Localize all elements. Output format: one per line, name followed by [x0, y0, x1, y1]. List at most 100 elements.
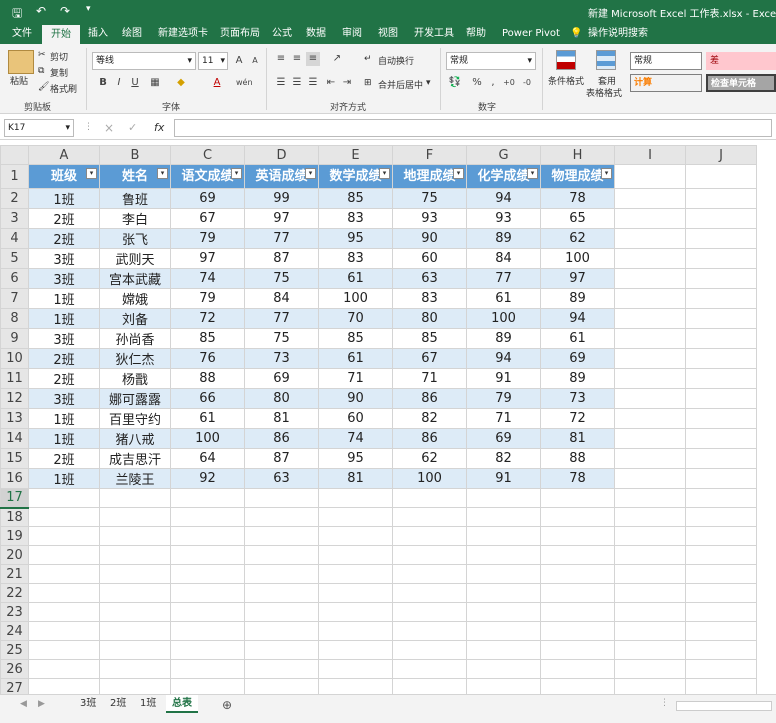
format-painter-button[interactable]: 格式刷	[50, 82, 77, 95]
table-cell[interactable]: 2班	[28, 228, 100, 249]
tab-view[interactable]: 视图	[378, 24, 398, 44]
empty-cell[interactable]	[99, 488, 171, 508]
paste-icon[interactable]	[8, 50, 34, 74]
empty-cell[interactable]	[685, 188, 757, 209]
empty-cell[interactable]	[685, 448, 757, 469]
empty-cell[interactable]	[614, 468, 686, 489]
empty-cell[interactable]	[28, 659, 100, 679]
row-header[interactable]: 5	[0, 248, 29, 269]
empty-cell[interactable]	[466, 640, 541, 660]
tab-help[interactable]: 帮助	[466, 24, 486, 44]
row-header[interactable]: 17	[0, 488, 29, 509]
empty-cell[interactable]	[318, 659, 393, 679]
table-cell[interactable]: 娜可露露	[99, 388, 171, 409]
empty-cell[interactable]	[392, 564, 467, 584]
table-cell[interactable]: 72	[540, 408, 615, 429]
empty-cell[interactable]	[244, 678, 319, 694]
empty-cell[interactable]	[685, 507, 757, 527]
empty-cell[interactable]	[540, 583, 615, 603]
table-cell[interactable]: 75	[244, 268, 319, 289]
table-cell[interactable]: 83	[318, 208, 393, 229]
table-cell[interactable]: 69	[244, 368, 319, 389]
empty-cell[interactable]	[99, 526, 171, 546]
table-cell[interactable]: 84	[244, 288, 319, 309]
empty-cell[interactable]	[170, 545, 245, 565]
empty-cell[interactable]	[318, 602, 393, 622]
table-cell[interactable]: 孙尚香	[99, 328, 171, 349]
table-cell[interactable]: 宫本武藏	[99, 268, 171, 289]
table-cell[interactable]: 74	[170, 268, 245, 289]
table-cell[interactable]: 97	[170, 248, 245, 269]
table-cell[interactable]: 85	[318, 328, 393, 349]
empty-cell[interactable]	[318, 526, 393, 546]
empty-cell[interactable]	[318, 583, 393, 603]
table-cell[interactable]: 百里守约	[99, 408, 171, 429]
empty-cell[interactable]	[28, 507, 100, 527]
align-top-icon[interactable]: ≡	[274, 52, 288, 66]
undo-icon[interactable]: ↶	[36, 4, 46, 18]
empty-cell[interactable]	[614, 428, 686, 449]
empty-cell[interactable]	[244, 640, 319, 660]
empty-cell[interactable]	[540, 602, 615, 622]
table-cell[interactable]: 71	[318, 368, 393, 389]
empty-cell[interactable]	[28, 564, 100, 584]
table-header-cell[interactable]: 班级 ▾	[28, 164, 100, 189]
empty-cell[interactable]	[466, 659, 541, 679]
empty-cell[interactable]	[244, 526, 319, 546]
table-cell[interactable]: 90	[392, 228, 467, 249]
empty-cell[interactable]	[466, 507, 541, 527]
font-size-select[interactable]: 11 ▾	[198, 52, 228, 70]
empty-cell[interactable]	[28, 488, 100, 508]
row-header[interactable]: 6	[0, 268, 29, 289]
empty-cell[interactable]	[685, 621, 757, 641]
merge-center-button[interactable]: 合并后居中	[378, 78, 423, 91]
empty-cell[interactable]	[244, 583, 319, 603]
column-header[interactable]: D	[244, 145, 319, 165]
table-header-cell[interactable]: 英语成绩 ▾	[244, 164, 319, 189]
filter-dropdown-icon[interactable]: ▾	[86, 168, 97, 179]
tab-draw[interactable]: 绘图	[122, 24, 142, 44]
empty-cell[interactable]	[540, 678, 615, 694]
style-calculation[interactable]: 计算	[630, 74, 702, 92]
empty-cell[interactable]	[466, 583, 541, 603]
empty-cell[interactable]	[614, 388, 686, 409]
sheet-tab-2[interactable]: 2班	[104, 695, 132, 713]
empty-cell[interactable]	[614, 228, 686, 249]
table-cell[interactable]: 85	[392, 328, 467, 349]
sheet-tab-1[interactable]: 1班	[134, 695, 162, 713]
table-header-cell[interactable]: 语文成绩 ▾	[170, 164, 245, 189]
worksheet-grid[interactable]: A B C D E F G H I J 1 班级 ▾ 姓名 ▾ 语文成绩 ▾ 英语成绩 ▾ 数学成绩 ▾ 地理成绩 ▾ 化学成…	[0, 145, 776, 694]
row-header[interactable]: 1	[0, 164, 29, 189]
empty-cell[interactable]	[540, 659, 615, 679]
row-header[interactable]: 22	[0, 583, 29, 603]
table-cell[interactable]: 3班	[28, 248, 100, 269]
empty-cell[interactable]	[614, 368, 686, 389]
row-header[interactable]: 20	[0, 545, 29, 565]
empty-cell[interactable]	[614, 488, 686, 508]
empty-cell[interactable]	[392, 621, 467, 641]
empty-cell[interactable]	[170, 640, 245, 660]
tab-file[interactable]: 文件	[12, 24, 32, 44]
decrease-decimal-icon[interactable]: -0	[520, 76, 534, 90]
style-normal[interactable]: 常规	[630, 52, 702, 70]
table-cell[interactable]: 3班	[28, 268, 100, 289]
table-header-cell[interactable]: 姓名 ▾	[99, 164, 171, 189]
table-format-icon[interactable]	[596, 50, 616, 70]
tab-home[interactable]: 开始	[42, 25, 80, 44]
empty-cell[interactable]	[685, 468, 757, 489]
empty-cell[interactable]	[685, 308, 757, 329]
empty-cell[interactable]	[392, 640, 467, 660]
table-header-cell[interactable]: 地理成绩 ▾	[392, 164, 467, 189]
empty-cell[interactable]	[614, 348, 686, 369]
copy-icon[interactable]: ⧉	[38, 66, 44, 76]
phonetic-button[interactable]: wén	[236, 76, 253, 90]
empty-cell[interactable]	[99, 621, 171, 641]
row-header[interactable]: 14	[0, 428, 29, 449]
empty-cell[interactable]	[614, 288, 686, 309]
table-cell[interactable]: 1班	[28, 468, 100, 489]
table-cell[interactable]: 81	[244, 408, 319, 429]
scroll-right-icon[interactable]: ▶	[38, 699, 45, 709]
tab-formulas[interactable]: 公式	[272, 24, 292, 44]
wrap-text-button[interactable]: 自动换行	[378, 54, 414, 67]
empty-cell[interactable]	[99, 507, 171, 527]
